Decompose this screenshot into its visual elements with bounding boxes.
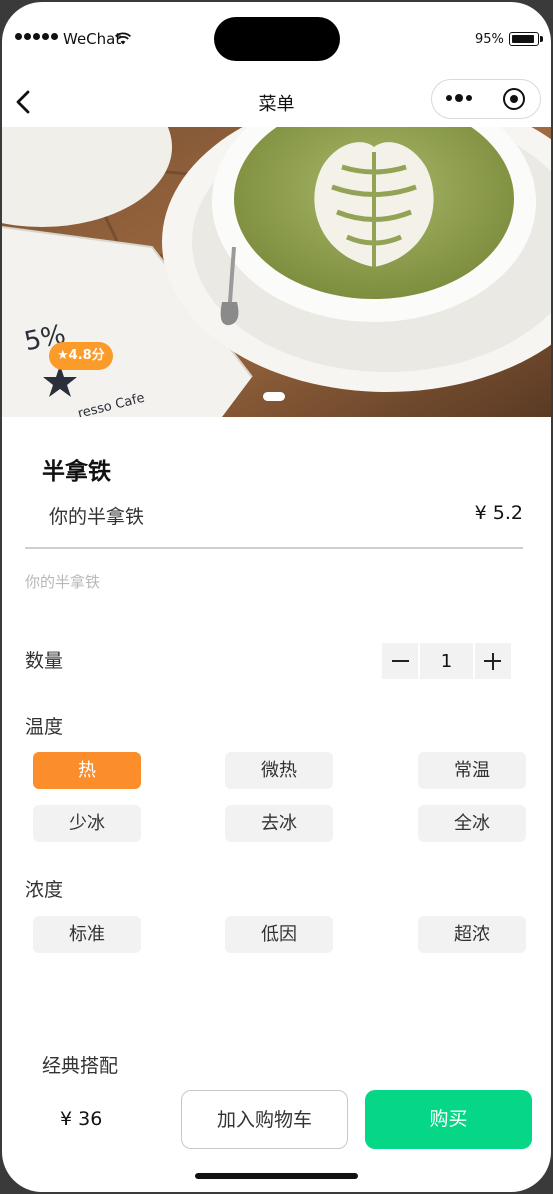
product-image-carousel[interactable]: 5% resso Cafe ★4.8分 xyxy=(2,127,551,417)
quantity-value[interactable]: 1 xyxy=(420,643,473,679)
product-subtitle: 你的半拿铁 xyxy=(49,506,145,528)
mini-program-capsule xyxy=(431,79,541,119)
rating-badge: ★4.8分 xyxy=(49,342,113,370)
matcha-latte-photo: 5% resso Cafe xyxy=(2,127,551,417)
classic-combo-label: 经典搭配 xyxy=(42,1055,119,1077)
temp-option-no-ice[interactable]: 去冰 xyxy=(225,805,333,842)
buy-button[interactable]: 购买 xyxy=(365,1090,532,1149)
product-price: ¥ 5.2 xyxy=(474,502,523,524)
quantity-stepper: 1 xyxy=(382,643,515,679)
more-icon[interactable] xyxy=(446,94,472,102)
signal-icon xyxy=(15,33,58,40)
conc-option-standard[interactable]: 标准 xyxy=(33,916,141,953)
battery-icon xyxy=(509,32,543,46)
increment-button[interactable] xyxy=(475,643,511,679)
conc-option-strong[interactable]: 超浓 xyxy=(418,916,526,953)
temp-option-hot[interactable]: 热 xyxy=(33,752,141,789)
total-price: ¥ 36 xyxy=(60,1108,103,1130)
conc-option-decaf[interactable]: 低因 xyxy=(225,916,333,953)
product-name: 半拿铁 xyxy=(42,459,111,485)
divider xyxy=(25,547,523,549)
battery-percent: 95% xyxy=(475,32,504,47)
temp-option-full-ice[interactable]: 全冰 xyxy=(418,805,526,842)
home-indicator[interactable] xyxy=(195,1173,358,1179)
temp-option-room[interactable]: 常温 xyxy=(418,752,526,789)
add-to-cart-button[interactable]: 加入购物车 xyxy=(181,1090,348,1149)
close-miniprogram-icon[interactable] xyxy=(503,88,525,110)
dynamic-island xyxy=(214,17,340,61)
minus-icon xyxy=(391,660,409,662)
carousel-indicator-dot[interactable] xyxy=(263,392,285,401)
temperature-label: 温度 xyxy=(25,716,64,738)
phone-screen: WeChat 95% 菜单 5% resso Cafe ★4.8分 半拿铁 你的… xyxy=(2,2,551,1192)
concentration-label: 浓度 xyxy=(25,879,64,901)
carrier-label: WeChat xyxy=(63,30,122,48)
decrement-button[interactable] xyxy=(382,643,418,679)
status-bar: WeChat 95% xyxy=(2,2,551,78)
quantity-label: 数量 xyxy=(25,650,64,672)
navigation-bar: 菜单 xyxy=(2,78,551,126)
temp-option-warm[interactable]: 微热 xyxy=(225,752,333,789)
wifi-icon xyxy=(115,32,131,45)
temp-option-less-ice[interactable]: 少冰 xyxy=(33,805,141,842)
product-description: 你的半拿铁 xyxy=(25,573,101,591)
